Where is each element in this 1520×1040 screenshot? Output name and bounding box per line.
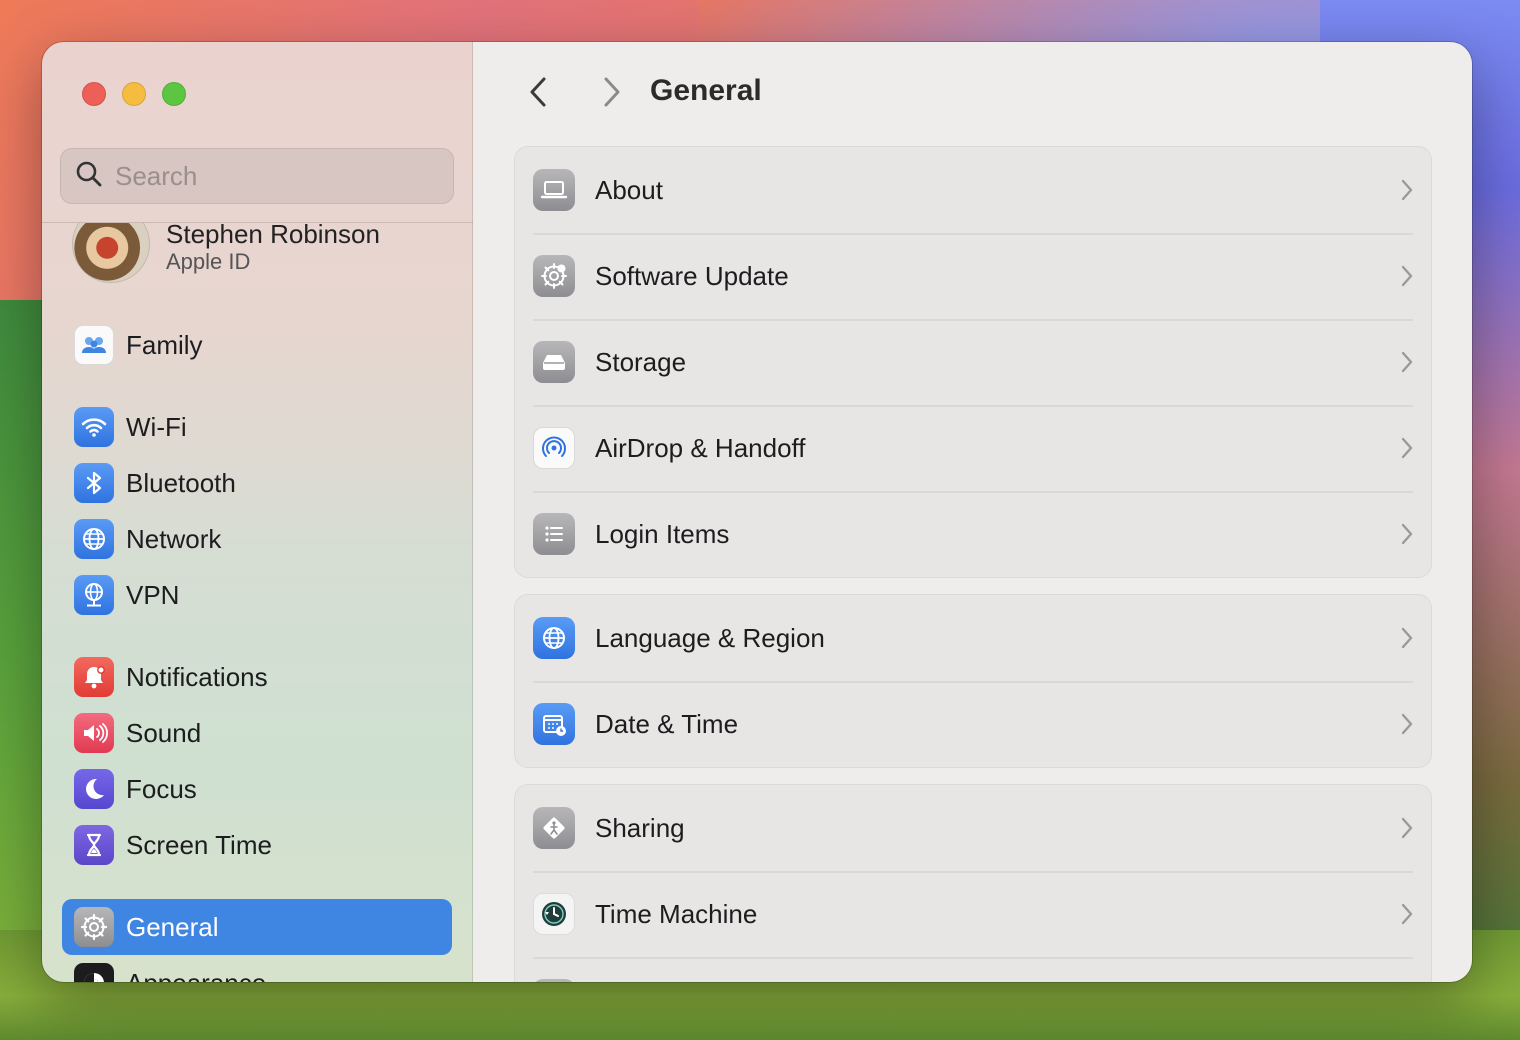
chevron-right-icon <box>1401 903 1413 925</box>
sidebar-item-vpn[interactable]: VPN <box>62 567 452 623</box>
sidebar: Stephen Robinson Apple ID Family Wi-Fi <box>42 42 473 982</box>
drive-icon <box>533 341 575 383</box>
row-login-items[interactable]: Login Items <box>515 491 1431 577</box>
search-field[interactable] <box>60 148 454 204</box>
search-input[interactable] <box>115 160 415 192</box>
sidebar-item-family[interactable]: Family <box>62 317 452 373</box>
row-label: AirDrop & Handoff <box>595 432 806 463</box>
zoom-button[interactable] <box>162 82 186 106</box>
search-icon <box>75 160 103 193</box>
minimize-button[interactable] <box>122 82 146 106</box>
row-language-region[interactable]: Language & Region <box>515 595 1431 681</box>
window-controls <box>82 82 186 106</box>
sidebar-item-bluetooth[interactable]: Bluetooth <box>62 455 452 511</box>
close-button[interactable] <box>82 82 106 106</box>
speaker-icon <box>74 713 114 753</box>
moon-icon <box>74 769 114 809</box>
sidebar-item-label: Network <box>126 523 222 554</box>
laptop-icon <box>533 169 575 211</box>
network-globe-icon <box>74 519 114 559</box>
sidebar-item-label: Appearance <box>126 968 266 983</box>
time-machine-icon <box>533 893 575 935</box>
forward-button[interactable] <box>591 72 631 112</box>
bluetooth-icon <box>74 463 114 503</box>
sharing-icon <box>533 807 575 849</box>
notifications-bell-icon <box>74 657 114 697</box>
row-airdrop-handoff[interactable]: AirDrop & Handoff <box>515 405 1431 491</box>
chevron-right-icon <box>604 77 620 107</box>
avatar <box>72 223 150 283</box>
system-settings-window: Stephen Robinson Apple ID Family Wi-Fi <box>42 42 1472 982</box>
chevron-right-icon <box>1401 817 1413 839</box>
back-button[interactable] <box>939 72 979 112</box>
row-label: Storage <box>595 346 687 377</box>
settings-row-icon <box>533 979 575 982</box>
sidebar-item-focus[interactable]: Focus <box>62 761 452 817</box>
row-label: Time Machine <box>595 898 758 929</box>
sidebar-item-label: Screen Time <box>126 829 272 860</box>
hourglass-icon <box>74 825 114 865</box>
globe-icon <box>533 617 575 659</box>
sidebar-list[interactable]: Stephen Robinson Apple ID Family Wi-Fi B… <box>42 223 473 982</box>
row-sharing[interactable]: Sharing <box>515 785 1431 871</box>
row-label: About <box>595 174 663 205</box>
row-partial[interactable] <box>515 957 1431 982</box>
row-label: Date & Time <box>595 708 739 739</box>
sidebar-item-label: Wi-Fi <box>126 411 187 442</box>
family-icon <box>74 325 114 365</box>
chevron-right-icon <box>1401 437 1413 459</box>
gear-icon <box>74 907 114 947</box>
sidebar-item-label: Family <box>126 329 203 360</box>
sidebar-item-appearance[interactable]: Appearance <box>62 955 452 982</box>
page-title: General <box>650 74 762 107</box>
row-time-machine[interactable]: Time Machine <box>515 871 1431 957</box>
row-software-update[interactable]: Software Update <box>515 233 1431 319</box>
sidebar-item-screen-time[interactable]: Screen Time <box>62 817 452 873</box>
row-label: Language & Region <box>595 622 825 653</box>
row-label: Sharing <box>595 812 685 843</box>
account-subtitle: Apple ID <box>166 249 251 274</box>
settings-group: Language & Region Date & Time <box>514 594 1432 768</box>
sidebar-item-wifi[interactable]: Wi-Fi <box>62 399 452 455</box>
settings-group: Sharing Time Machine <box>514 784 1432 982</box>
row-label: Software Update <box>595 260 789 291</box>
chevron-right-icon <box>1401 523 1413 545</box>
chevron-right-icon <box>1401 265 1413 287</box>
row-label: Login Items <box>595 518 730 549</box>
row-date-time[interactable]: Date & Time <box>515 681 1431 767</box>
chevron-right-icon <box>1401 179 1413 201</box>
row-storage[interactable]: Storage <box>515 319 1431 405</box>
appearance-icon <box>74 963 114 982</box>
calendar-clock-icon <box>533 703 575 745</box>
chevron-right-icon <box>1401 627 1413 649</box>
apple-id-row[interactable]: Stephen Robinson Apple ID <box>72 223 380 283</box>
software-update-gear-icon <box>533 255 575 297</box>
sidebar-item-label: Notifications <box>126 661 268 692</box>
chevron-right-icon <box>1401 713 1413 735</box>
list-icon <box>533 513 575 555</box>
back-button[interactable] <box>519 72 559 112</box>
settings-group: About Software Update Storage AirDrop & … <box>514 146 1432 578</box>
sidebar-item-label: Bluetooth <box>126 467 236 498</box>
sidebar-item-label: Focus <box>126 773 197 804</box>
sidebar-item-general[interactable]: General <box>62 899 452 955</box>
vpn-icon <box>74 575 114 615</box>
row-about[interactable]: About <box>515 147 1431 233</box>
sidebar-item-label: Sound <box>126 717 202 748</box>
airdrop-icon <box>533 427 575 469</box>
sidebar-item-sound[interactable]: Sound <box>62 705 452 761</box>
account-name: Stephen Robinson <box>166 223 380 249</box>
chevron-left-icon <box>530 77 546 107</box>
sidebar-item-label: VPN <box>126 579 180 610</box>
wifi-icon <box>74 407 114 447</box>
sidebar-item-notifications[interactable]: Notifications <box>62 649 452 705</box>
content-pane: General About Software Update Storage Ai… <box>473 42 1472 982</box>
sidebar-item-network[interactable]: Network <box>62 511 452 567</box>
chevron-right-icon <box>1401 351 1413 373</box>
sidebar-item-label: General <box>126 911 219 942</box>
